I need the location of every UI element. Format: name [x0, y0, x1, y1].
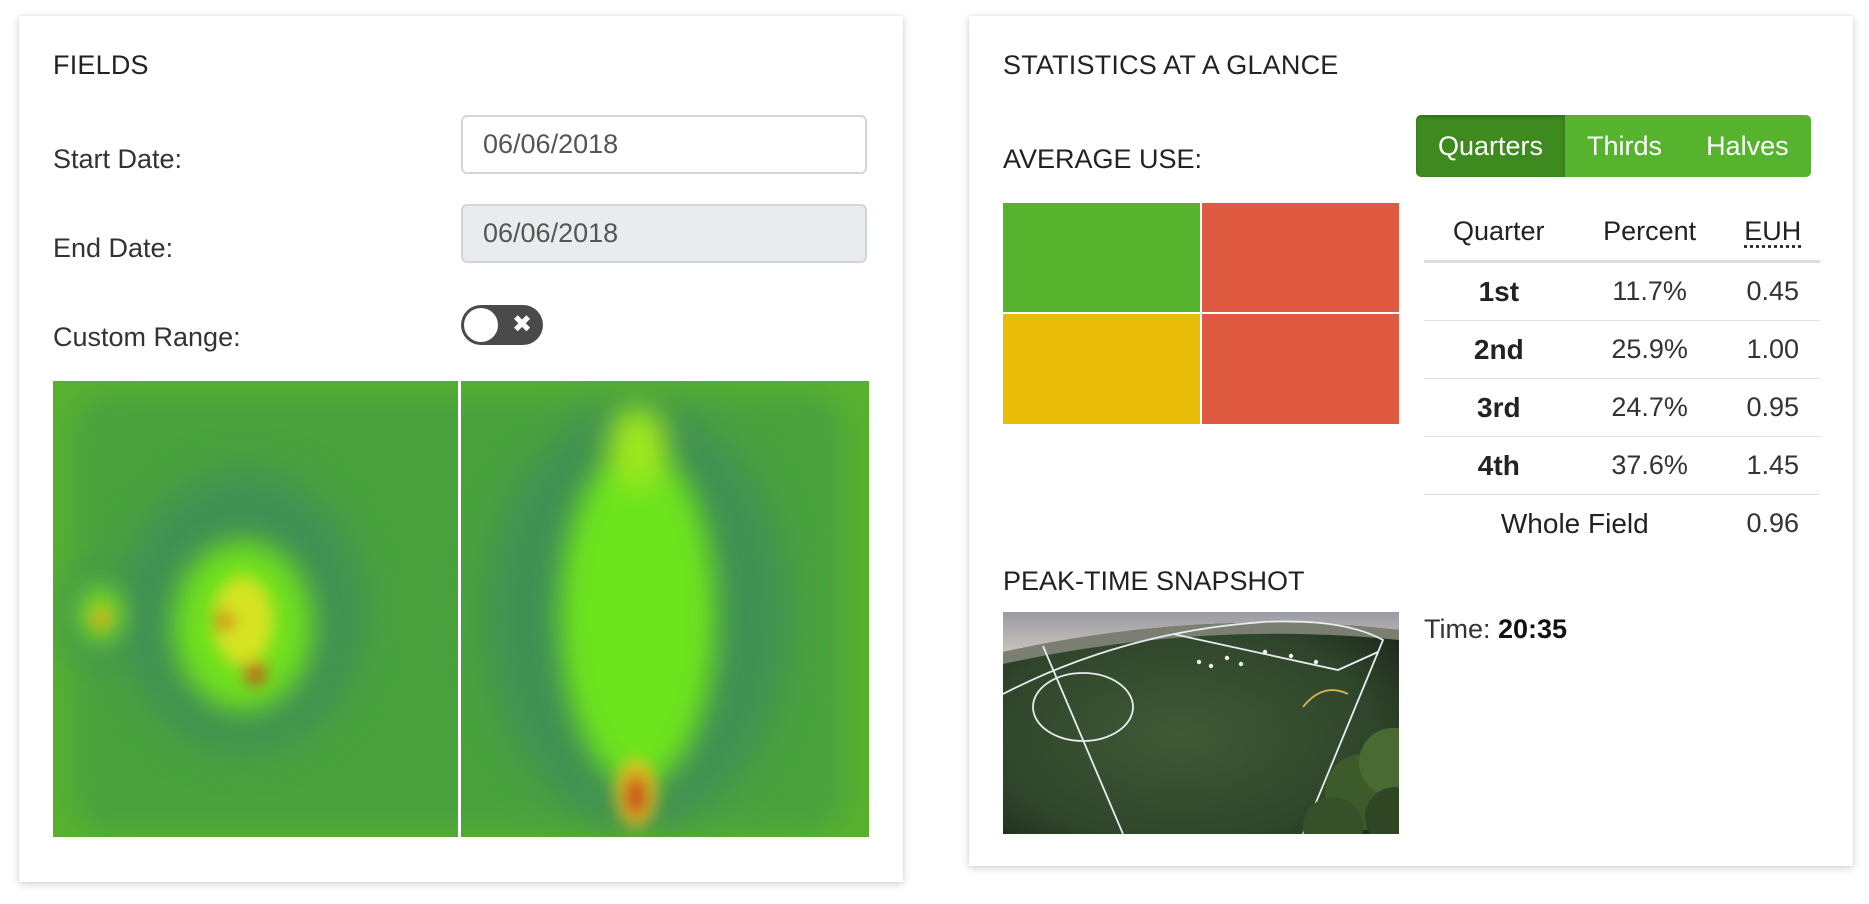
custom-range-toggle[interactable]: ✖: [461, 305, 543, 345]
quarter-cell: 4th: [1424, 436, 1574, 495]
peak-time: Time: 20:35: [1424, 614, 1567, 645]
toggle-knob: [464, 308, 498, 342]
custom-range-label: Custom Range:: [53, 322, 241, 352]
euh-abbreviation[interactable]: EUH: [1744, 216, 1801, 246]
whole-field-euh: 0.96: [1746, 508, 1800, 538]
quarter-cell: 2nd: [1424, 320, 1574, 379]
fields-card: FIELDS Start Date: End Date: Custom Rang…: [19, 16, 903, 882]
euh-cell: 1.45: [1725, 436, 1820, 495]
start-date-input[interactable]: [461, 115, 867, 174]
quarter-cell: 1st: [1424, 261, 1574, 321]
quarter-stats-table: Quarter Percent EUH 1st 11.7% 0.45 2nd 2…: [1424, 203, 1820, 552]
euh-cell: 1.00: [1725, 320, 1820, 379]
peak-time-snapshot-image: [1003, 612, 1399, 834]
time-value: 20:35: [1498, 614, 1568, 644]
euh-cell: 0.45: [1725, 261, 1820, 321]
statistics-card: STATISTICS AT A GLANCE AVERAGE USE: Quar…: [969, 16, 1853, 866]
table-row: 1st 11.7% 0.45: [1424, 261, 1820, 321]
quarter-2-cell: [1202, 203, 1399, 312]
close-icon: ✖: [511, 311, 533, 338]
euh-cell: 0.95: [1725, 378, 1820, 437]
euh-column-header: EUH: [1725, 203, 1820, 263]
quarter-4-cell: [1202, 314, 1399, 424]
field-heatmap: [53, 381, 869, 837]
halves-button[interactable]: Halves: [1684, 115, 1811, 177]
percent-cell: 11.7%: [1573, 261, 1726, 321]
statistics-title: STATISTICS AT A GLANCE: [1003, 50, 1339, 80]
quarter-1-cell: [1003, 203, 1200, 312]
fields-title: FIELDS: [53, 50, 149, 80]
table-row: 3rd 24.7% 0.95: [1424, 378, 1820, 437]
percent-cell: 37.6%: [1573, 436, 1726, 495]
percent-column-header: Percent: [1573, 203, 1726, 263]
quarters-button[interactable]: Quarters: [1416, 115, 1566, 177]
snapshot-title: PEAK-TIME SNAPSHOT: [1003, 566, 1305, 596]
table-row: 2nd 25.9% 1.00: [1424, 320, 1820, 379]
start-date-label: Start Date:: [53, 144, 183, 174]
table-row: 4th 37.6% 1.45: [1424, 436, 1820, 495]
table-header-row: Quarter Percent EUH: [1424, 203, 1820, 263]
quarter-map: [1003, 203, 1399, 424]
quarter-cell: 3rd: [1424, 378, 1574, 437]
thirds-button[interactable]: Thirds: [1565, 115, 1685, 177]
time-label: Time:: [1424, 614, 1491, 644]
whole-field-label: Whole Field: [1500, 507, 1649, 539]
percent-cell: 25.9%: [1573, 320, 1726, 379]
average-use-label: AVERAGE USE:: [1003, 144, 1203, 174]
segment-selector: Quarters Thirds Halves: [1416, 115, 1811, 177]
halfway-line: [458, 381, 461, 837]
quarter-column-header: Quarter: [1424, 203, 1574, 263]
quarter-3-cell: [1003, 314, 1200, 424]
whole-field-row: Whole Field 0.96: [1424, 495, 1820, 553]
end-date-input[interactable]: [461, 204, 867, 263]
percent-cell: 24.7%: [1573, 378, 1726, 437]
end-date-label: End Date:: [53, 233, 174, 263]
